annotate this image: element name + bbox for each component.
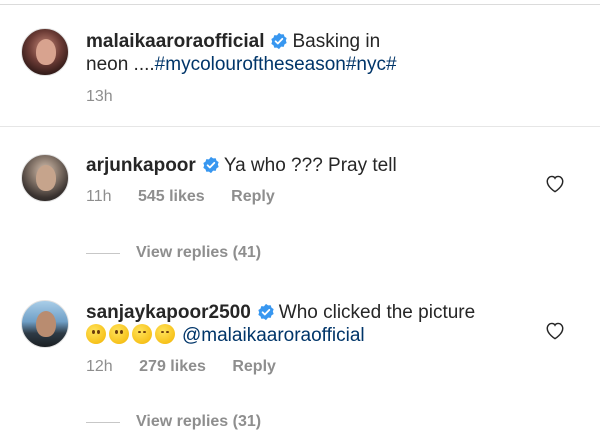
- comment-likes[interactable]: 545 likes: [138, 188, 205, 206]
- verified-badge-icon: [258, 303, 274, 321]
- comment-mention[interactable]: @malaikaaroraofficial: [182, 325, 365, 346]
- tears-of-joy-icon: [155, 324, 175, 344]
- post-hashtags[interactable]: #mycolouroftheseason#nyc#: [155, 54, 397, 75]
- post-caption-prefix: neon ....: [86, 54, 155, 75]
- post-caption-text: Basking in: [292, 31, 381, 52]
- post-time[interactable]: 13h: [86, 88, 113, 106]
- comment-text: Ya who ??? Pray tell: [223, 155, 397, 176]
- comment-meta: 12h 279 likes Reply: [86, 358, 276, 376]
- post-username[interactable]: malaikaaroraofficial: [86, 31, 264, 52]
- comment-text: Who clicked the picture: [278, 302, 476, 323]
- comment-line2: @malaikaaroraofficial: [86, 324, 365, 348]
- comment-avatar[interactable]: [21, 300, 69, 348]
- post-caption-line1: malaikaaroraofficial Basking in: [86, 30, 380, 54]
- section-divider: [0, 126, 600, 127]
- view-replies-line: [86, 422, 120, 423]
- view-replies-button[interactable]: View replies (41): [136, 244, 261, 262]
- heart-outline-icon[interactable]: [544, 320, 566, 340]
- comment-line: sanjaykapoor2500 Who clicked the picture: [86, 301, 475, 325]
- comment-username[interactable]: arjunkapoor: [86, 155, 196, 176]
- post-caption-line2: neon ....#mycolouroftheseason#nyc#: [86, 53, 397, 77]
- comment-time[interactable]: 12h: [86, 358, 113, 376]
- verified-badge-icon: [271, 32, 288, 50]
- verified-badge-icon: [203, 156, 219, 174]
- view-replies-button[interactable]: View replies (31): [136, 413, 261, 431]
- reply-button[interactable]: Reply: [232, 358, 276, 376]
- comment-username[interactable]: sanjaykapoor2500: [86, 302, 251, 323]
- comment-avatar[interactable]: [21, 154, 69, 202]
- comment-likes[interactable]: 279 likes: [139, 358, 206, 376]
- post-meta: 13h: [86, 88, 113, 106]
- comment-line: arjunkapoor Ya who ??? Pray tell: [86, 154, 397, 178]
- view-replies-line: [86, 253, 120, 254]
- comment-meta: 11h 545 likes Reply: [86, 188, 275, 206]
- comment-time[interactable]: 11h: [86, 188, 112, 206]
- thinking-face-icon: [109, 324, 129, 344]
- heart-outline-icon[interactable]: [544, 173, 566, 193]
- tears-of-joy-icon: [132, 324, 152, 344]
- top-divider: [0, 4, 600, 5]
- post-author-avatar[interactable]: [21, 28, 69, 76]
- reply-button[interactable]: Reply: [231, 188, 275, 206]
- thinking-face-icon: [86, 324, 106, 344]
